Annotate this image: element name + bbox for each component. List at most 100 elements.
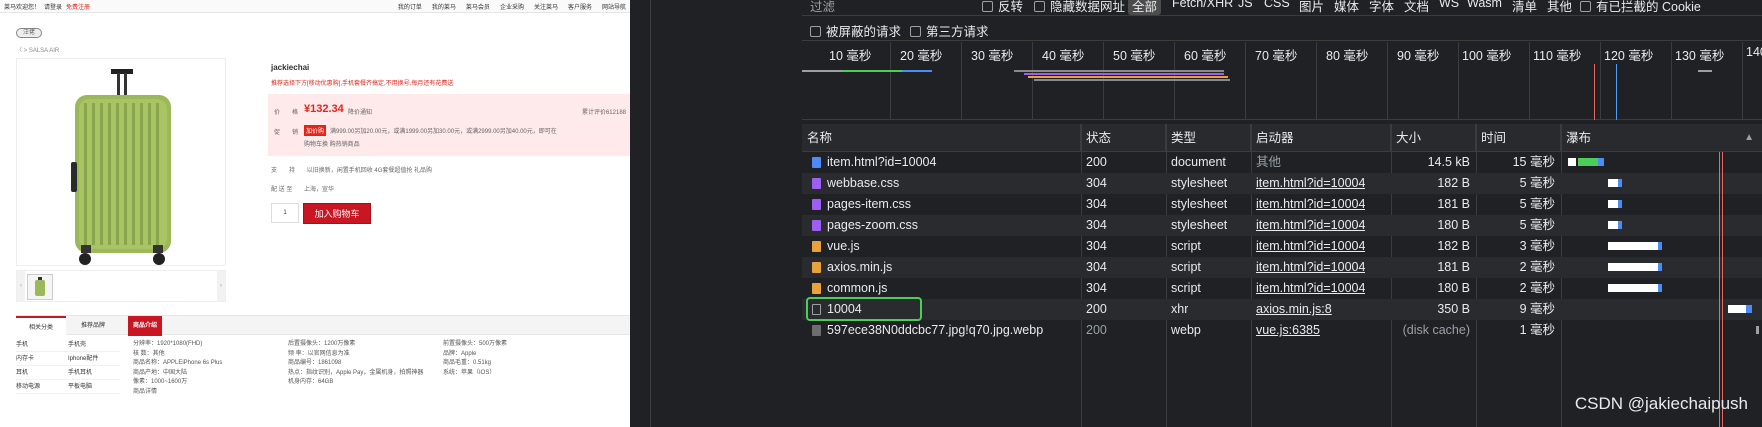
topbar-link-follow[interactable]: 关注莱马 [534,2,558,11]
register-link[interactable]: 免费注册 [66,2,90,11]
waterfall-bar [1658,284,1662,292]
category-tag[interactable]: 汪佬 [16,28,42,38]
column-initiator[interactable]: 启动器 [1251,124,1391,152]
request-status: 304 [1086,176,1107,190]
table-row[interactable]: pages-item.css 304 stylesheet item.html?… [802,194,1762,215]
request-initiator[interactable]: item.html?id=10004 [1251,215,1365,236]
request-initiator[interactable]: vue.js:6385 [1251,320,1320,341]
request-name[interactable]: webbase.css [822,173,1081,194]
topbar-link-enterprise[interactable]: 企业采购 [500,2,524,11]
thumb-prev-button[interactable]: ‹ [17,271,25,301]
thumbnail-strip: ‹ › [16,270,226,302]
request-name[interactable]: axios.min.js [822,257,1081,278]
review-count[interactable]: 累计评价612188 [582,107,626,116]
category-link[interactable]: 内存卡 [16,352,68,365]
request-name[interactable]: vue.js [822,236,1081,257]
request-name[interactable]: pages-zoom.css [822,215,1081,236]
waterfall-bar [1608,200,1618,208]
type-filter-js[interactable]: JS [1238,0,1253,10]
table-row[interactable]: common.js 304 script item.html?id=10004 … [802,278,1762,299]
request-time: 15 毫秒 [1512,155,1555,169]
table-row[interactable]: axios.min.js 304 script item.html?id=100… [802,257,1762,278]
support-text[interactable]: 以旧换新，闲置手机回收 4G套餐超值抢 礼品购 [307,168,432,174]
third-party-checkbox[interactable]: 第三方请求 [910,21,989,40]
category-link[interactable]: 移动电源 [16,380,68,393]
category-link[interactable]: 手机壳 [68,338,120,351]
table-row[interactable]: webbase.css 304 stylesheet item.html?id=… [802,173,1762,194]
blocked-cookies-checkbox[interactable]: 有已拦截的 Cookie [1580,0,1701,15]
network-overview-timeline[interactable]: 10 毫秒 20 毫秒 30 毫秒 40 毫秒 50 毫秒 60 毫秒 70 毫… [802,42,1762,120]
price-notice-link[interactable]: 降价通知 [348,107,372,116]
column-name[interactable]: 名称 [802,124,1081,152]
shop-page: 莱马欢迎您！ 请登录 免费注册 我的订单 我的莱马 莱马会员 企业采购 关注莱马… [0,0,630,427]
tab-related-category[interactable]: 相关分类 [16,316,66,336]
column-size[interactable]: 大小 [1391,124,1476,152]
request-initiator[interactable]: item.html?id=10004 [1251,173,1365,194]
type-filter-all[interactable]: 全部 [1128,0,1162,15]
topbar-link-orders[interactable]: 我的订单 [398,2,422,11]
waterfall-bar [1746,305,1752,313]
category-link[interactable]: 平板电脑 [68,380,120,393]
topbar-link-vip[interactable]: 莱马会员 [466,2,490,11]
login-link[interactable]: 请登录 [44,2,62,11]
column-time[interactable]: 时间 [1476,124,1561,152]
request-status: 200 [1086,323,1107,337]
column-status[interactable]: 状态 [1081,124,1166,152]
category-link[interactable]: Iphone配件 [68,352,120,365]
quantity-input[interactable]: 1 [271,203,299,223]
topbar-link-service[interactable]: 客户服务 [568,2,592,11]
type-filter-font[interactable]: 字体 [1369,0,1394,15]
request-size: 180 B [1437,281,1470,295]
filter-input[interactable]: 过滤 [802,0,966,14]
sort-ascending-icon[interactable]: ▲ [1744,124,1754,152]
spec-item: 核 数：其他 [133,350,165,357]
request-name[interactable]: pages-item.css [822,194,1081,215]
request-initiator[interactable]: item.html?id=10004 [1251,257,1365,278]
request-name[interactable]: common.js [822,278,1081,299]
request-name[interactable]: 597ece38N0ddcbc77.jpg!q70.jpg.webp [822,320,1081,341]
type-filter-media[interactable]: 媒体 [1334,0,1359,15]
table-row[interactable]: 10004 200 xhr axios.min.js:8 350 B 9 毫秒 [802,299,1762,320]
product-image[interactable] [16,58,226,266]
table-row[interactable]: pages-zoom.css 304 stylesheet item.html?… [802,215,1762,236]
selected-row-highlight [806,297,922,321]
category-link[interactable]: 耳机 [16,366,68,379]
request-type: document [1171,155,1226,169]
request-initiator[interactable]: axios.min.js:8 [1251,299,1332,320]
tab-recommended-brand[interactable]: 推荐品牌 [66,316,120,336]
request-initiator[interactable]: item.html?id=10004 [1251,278,1365,299]
type-filter-other[interactable]: 其他 [1547,0,1572,15]
type-filter-doc[interactable]: 文档 [1404,0,1429,15]
blocked-requests-checkbox[interactable]: 被屏蔽的请求 [810,21,901,40]
type-filter-css[interactable]: CSS [1264,0,1290,10]
thumb-next-button[interactable]: › [217,271,225,301]
category-link[interactable]: 手机 [16,338,68,351]
waterfall-bar [1658,242,1662,250]
table-row[interactable]: 597ece38N0ddcbc77.jpg!q70.jpg.webp 200 w… [802,320,1762,341]
list-item: 移动电源 平板电脑 [16,380,120,394]
delivery-location[interactable]: 上海，宣华 [304,187,334,193]
topbar-link-nav[interactable]: 网站导航 [602,2,626,11]
thumbnail-item[interactable] [27,274,53,300]
type-filter-manifest[interactable]: 清单 [1512,0,1537,15]
type-filter-img[interactable]: 图片 [1299,0,1324,15]
topbar-link-my[interactable]: 我的莱马 [432,2,456,11]
add-to-cart-button[interactable]: 加入购物车 [303,203,371,224]
table-row[interactable]: item.html?id=10004 200 document 其他 14.5 … [802,152,1762,173]
request-initiator[interactable]: item.html?id=10004 [1251,194,1365,215]
category-link[interactable]: 手机耳机 [68,366,120,379]
invert-checkbox[interactable]: 反转 [982,0,1023,15]
tab-product-intro[interactable]: 商品介绍 [128,316,162,336]
promotion-line-2[interactable]: 购物车换 购热销商品 [304,139,360,148]
type-filter-fetch-xhr[interactable]: Fetch/XHR [1172,0,1233,10]
hide-data-urls-checkbox[interactable]: 隐藏数据网址 [1034,0,1125,15]
request-initiator[interactable]: item.html?id=10004 [1251,236,1365,257]
divider[interactable] [650,0,651,427]
type-filter-ws[interactable]: WS [1439,0,1459,10]
request-name[interactable]: item.html?id=10004 [822,152,1081,173]
type-filter-wasm[interactable]: Wasm [1467,0,1502,10]
table-row[interactable]: vue.js 304 script item.html?id=10004 182… [802,236,1762,257]
column-type[interactable]: 类型 [1166,124,1251,152]
column-waterfall[interactable]: 瀑布 [1561,124,1762,152]
breadcrumb[interactable]: 〈 > SALSA AIR [16,45,59,54]
